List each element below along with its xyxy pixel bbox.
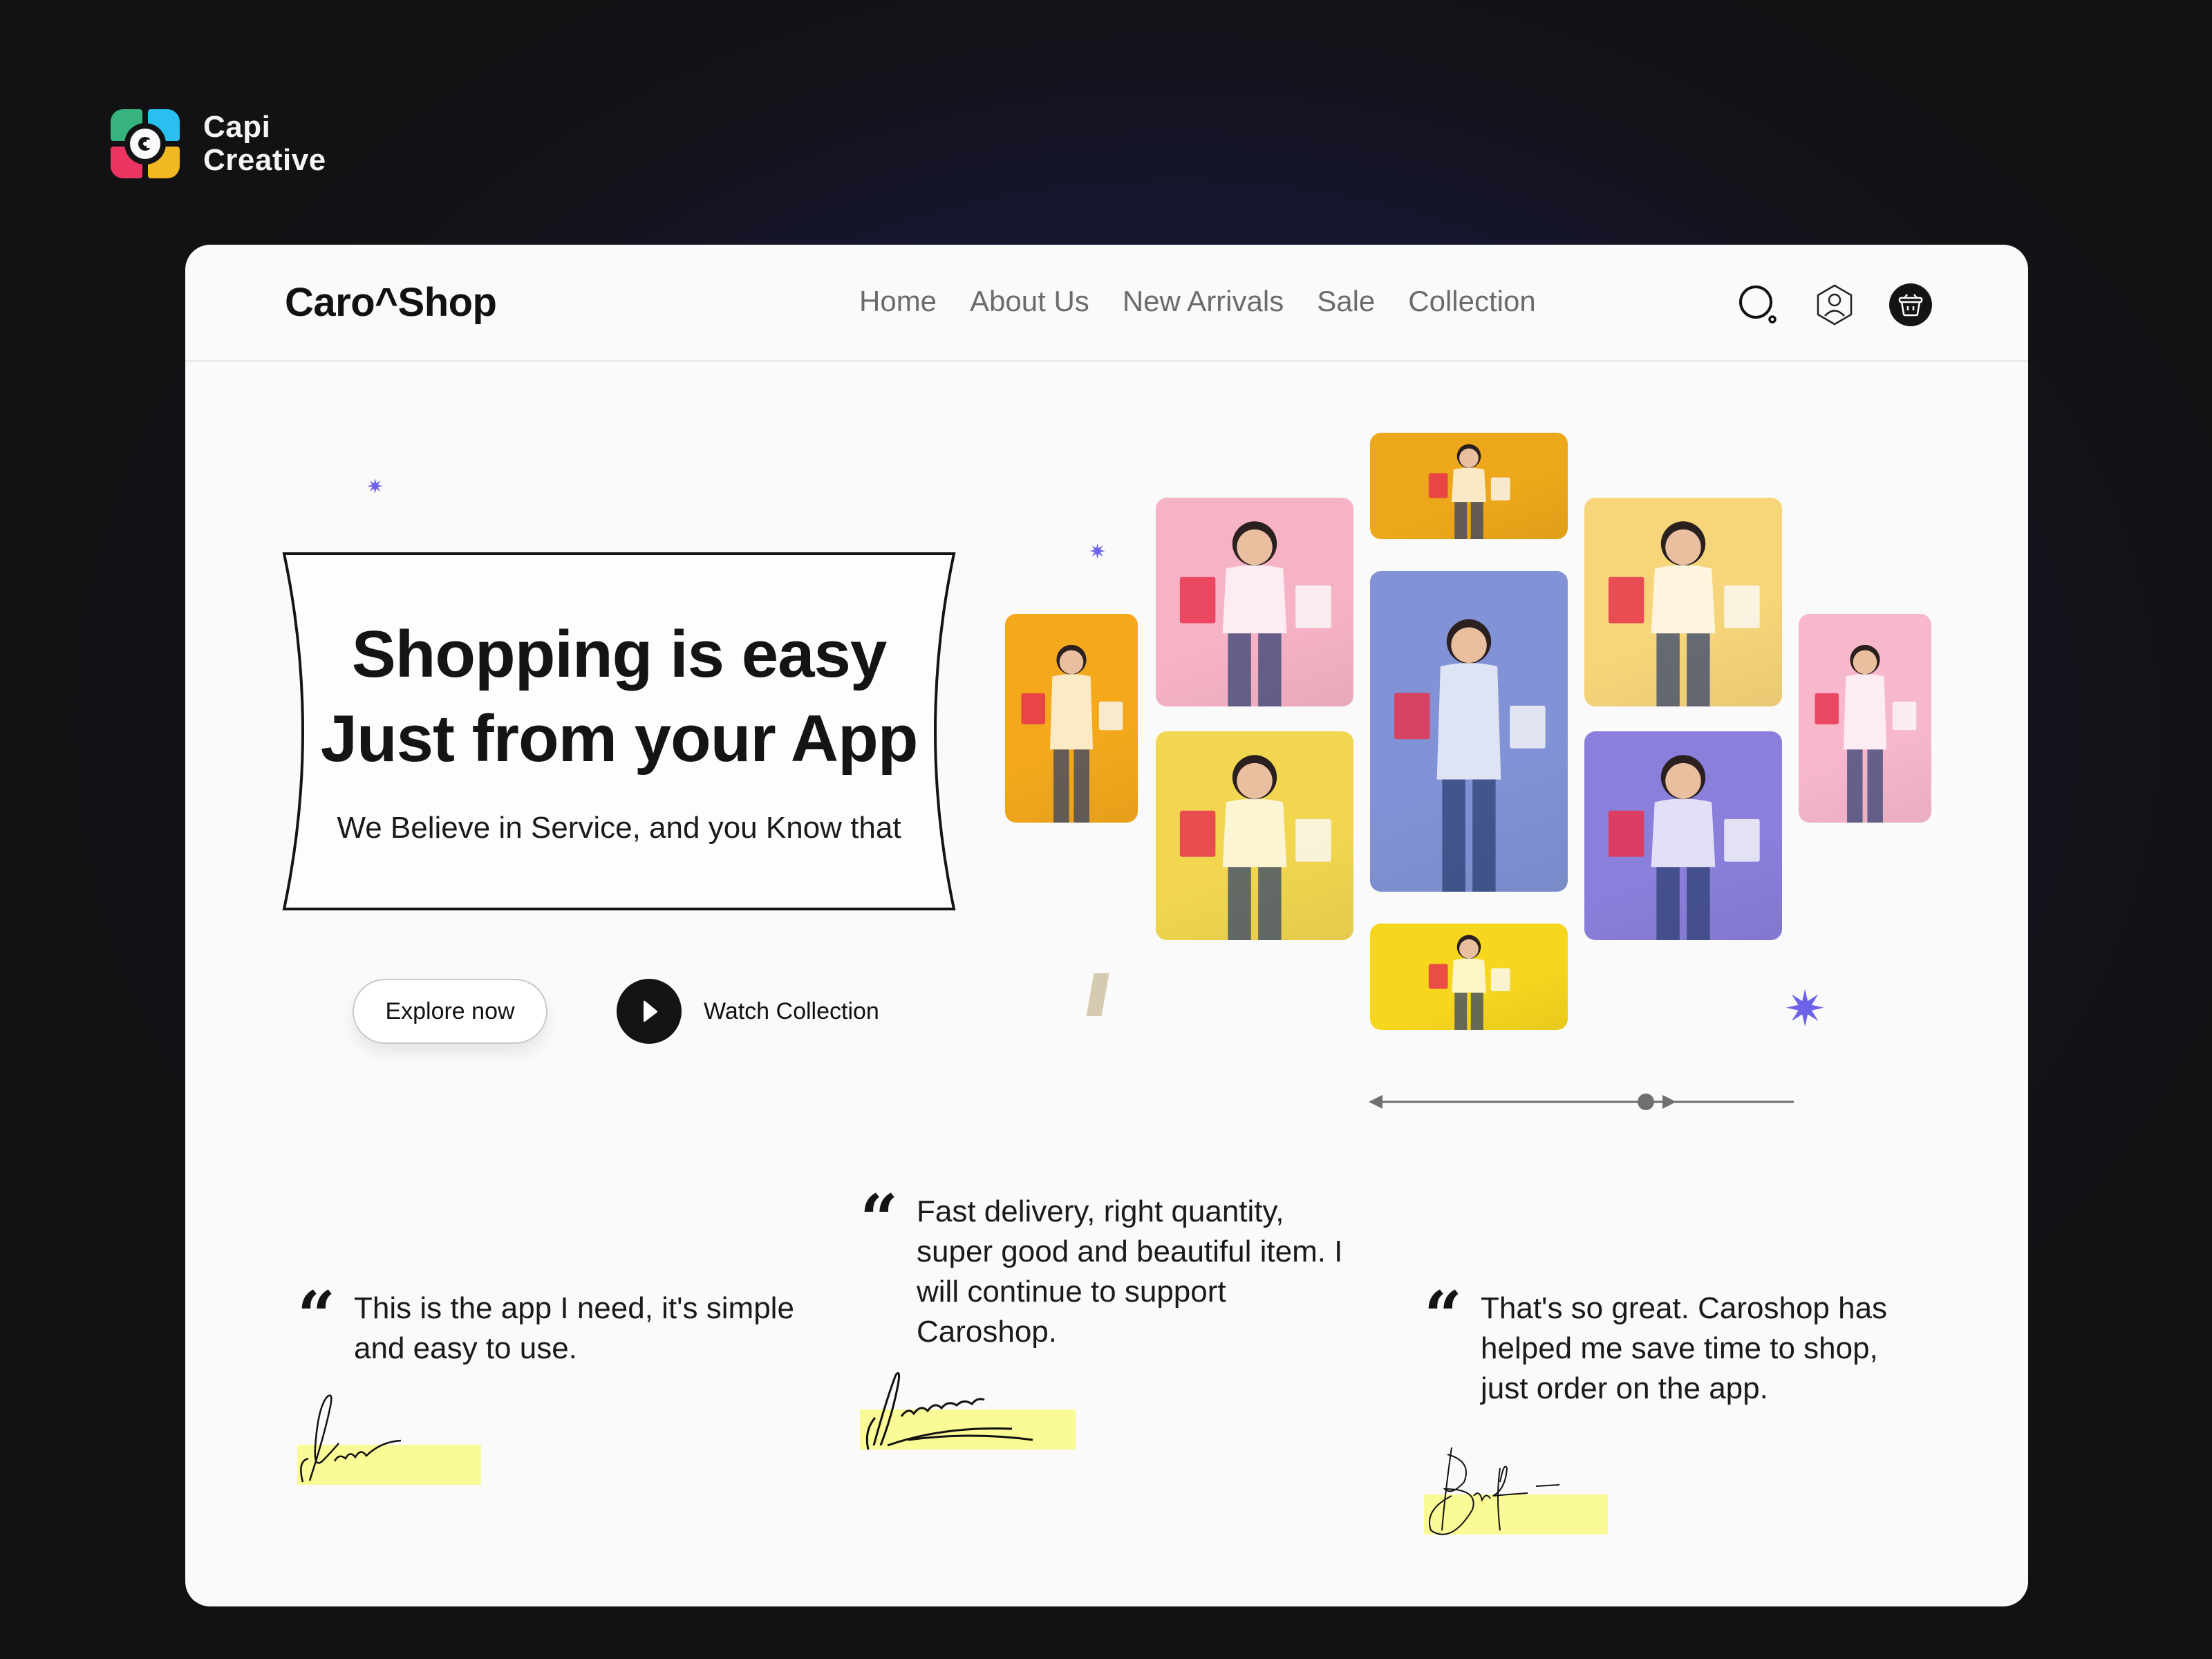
person-figure	[1021, 644, 1123, 823]
testimonial: “ That's so great. Caroshop has helped m…	[1424, 1277, 1949, 1593]
quote-icon: “	[860, 1180, 898, 1258]
testimonial: “ This is the app I need, it's simple an…	[297, 1277, 823, 1579]
nav-item-new-arrivals[interactable]: New Arrivals	[1123, 285, 1284, 318]
person-figure	[1608, 521, 1760, 706]
shop-logo[interactable]: Caro^Shop	[285, 279, 497, 326]
gallery-photo[interactable]	[1156, 498, 1353, 706]
cart-button[interactable]	[1889, 283, 1932, 326]
watch-collection-button[interactable]: Watch Collection	[617, 979, 879, 1044]
brand-name-line2: Creative	[203, 143, 326, 177]
explore-now-button[interactable]: Explore now	[353, 979, 547, 1044]
person-figure	[1394, 619, 1546, 892]
testimonial-line: helped me save time to shop,	[1481, 1331, 1878, 1365]
signature	[860, 1368, 1081, 1458]
person-figure	[1428, 935, 1510, 1030]
quote-icon: “	[297, 1277, 335, 1355]
watch-collection-label: Watch Collection	[704, 997, 879, 1024]
testimonial-line: This is the app I need, it's simple	[354, 1291, 794, 1325]
nav-icons	[1737, 283, 1932, 326]
top-nav: Caro^Shop Home About Us New Arrivals Sal…	[185, 245, 2028, 362]
gallery-photo[interactable]	[1005, 614, 1138, 823]
basket-icon	[1889, 283, 1932, 326]
signature	[1424, 1441, 1618, 1551]
hero-heading-frame: Shopping is easy Just from your App We B…	[282, 552, 956, 911]
testimonial-line: super good and beautiful item. I	[917, 1235, 1343, 1268]
capi-logo-icon	[111, 109, 180, 178]
account-button[interactable]	[1813, 283, 1856, 326]
nav-item-sale[interactable]: Sale	[1317, 285, 1375, 318]
signature-scribble	[1429, 1447, 1560, 1535]
gallery-photo[interactable]	[1370, 924, 1568, 1030]
gallery-photo[interactable]	[1370, 433, 1568, 539]
gallery-photo[interactable]	[1370, 571, 1568, 892]
testimonial: “ Fast delivery, right quantity, super g…	[860, 1180, 1413, 1482]
slider-prev-arrow[interactable]	[1369, 1095, 1382, 1109]
person-figure	[1608, 755, 1760, 940]
nav-menu: Home About Us New Arrivals Sale Collecti…	[859, 285, 1536, 318]
gallery-photo[interactable]	[1584, 731, 1782, 940]
person-figure	[1815, 644, 1917, 823]
person-figure	[1179, 755, 1331, 940]
testimonial-line: will continue to support	[917, 1275, 1226, 1309]
search-icon	[1739, 285, 1777, 324]
hero-subtitle: We Believe in Service, and you Know that	[337, 811, 901, 845]
sparkle-icon: ✷	[1784, 982, 1826, 1037]
nav-item-about-us[interactable]: About Us	[970, 285, 1089, 318]
testimonial-text: That's so great. Caroshop has helped me …	[1481, 1288, 1887, 1409]
testimonial-line: That's so great. Caroshop has	[1481, 1291, 1888, 1325]
testimonial-line: and easy to use.	[354, 1331, 577, 1365]
nav-item-collection[interactable]: Collection	[1408, 285, 1535, 318]
hero-title-line1: Shopping is easy	[351, 617, 888, 691]
shop-page-card: Caro^Shop Home About Us New Arrivals Sal…	[185, 245, 2028, 1606]
brand: Capi Creative	[111, 109, 326, 178]
quote-icon: “	[1424, 1277, 1462, 1355]
sparkle-icon: ✷	[1089, 541, 1107, 563]
gallery-slider[interactable]	[1181, 1088, 1803, 1116]
search-button[interactable]	[1737, 283, 1780, 326]
decorative-bar	[1086, 973, 1109, 1016]
testimonial-line: Fast delivery, right quantity,	[917, 1194, 1284, 1228]
brand-name: Capi Creative	[203, 111, 326, 177]
user-icon	[1817, 284, 1853, 326]
hero-title-line2: Just from your App	[320, 702, 919, 776]
testimonial-text: This is the app I need, it's simple and …	[354, 1288, 794, 1369]
person-figure	[1179, 521, 1331, 706]
signature-scribble	[865, 1372, 1033, 1450]
gallery-photo[interactable]	[1584, 498, 1782, 706]
brand-name-line1: Capi	[203, 110, 271, 144]
gallery-photo[interactable]	[1156, 731, 1353, 940]
testimonial-text: Fast delivery, right quantity, super goo…	[917, 1192, 1342, 1352]
testimonial-line: Caroshop.	[917, 1315, 1058, 1349]
hero-title: Shopping is easy Just from your App	[282, 612, 956, 781]
signature-scribble	[300, 1394, 402, 1483]
play-icon	[617, 979, 682, 1044]
slider-next-arrow[interactable]	[1662, 1095, 1676, 1109]
signature	[297, 1392, 491, 1489]
testimonial-line: just order on the app.	[1481, 1371, 1768, 1405]
sparkle-icon: ✷	[366, 476, 384, 498]
gallery-photo[interactable]	[1799, 614, 1931, 823]
person-figure	[1428, 444, 1510, 539]
nav-item-home[interactable]: Home	[859, 285, 937, 318]
